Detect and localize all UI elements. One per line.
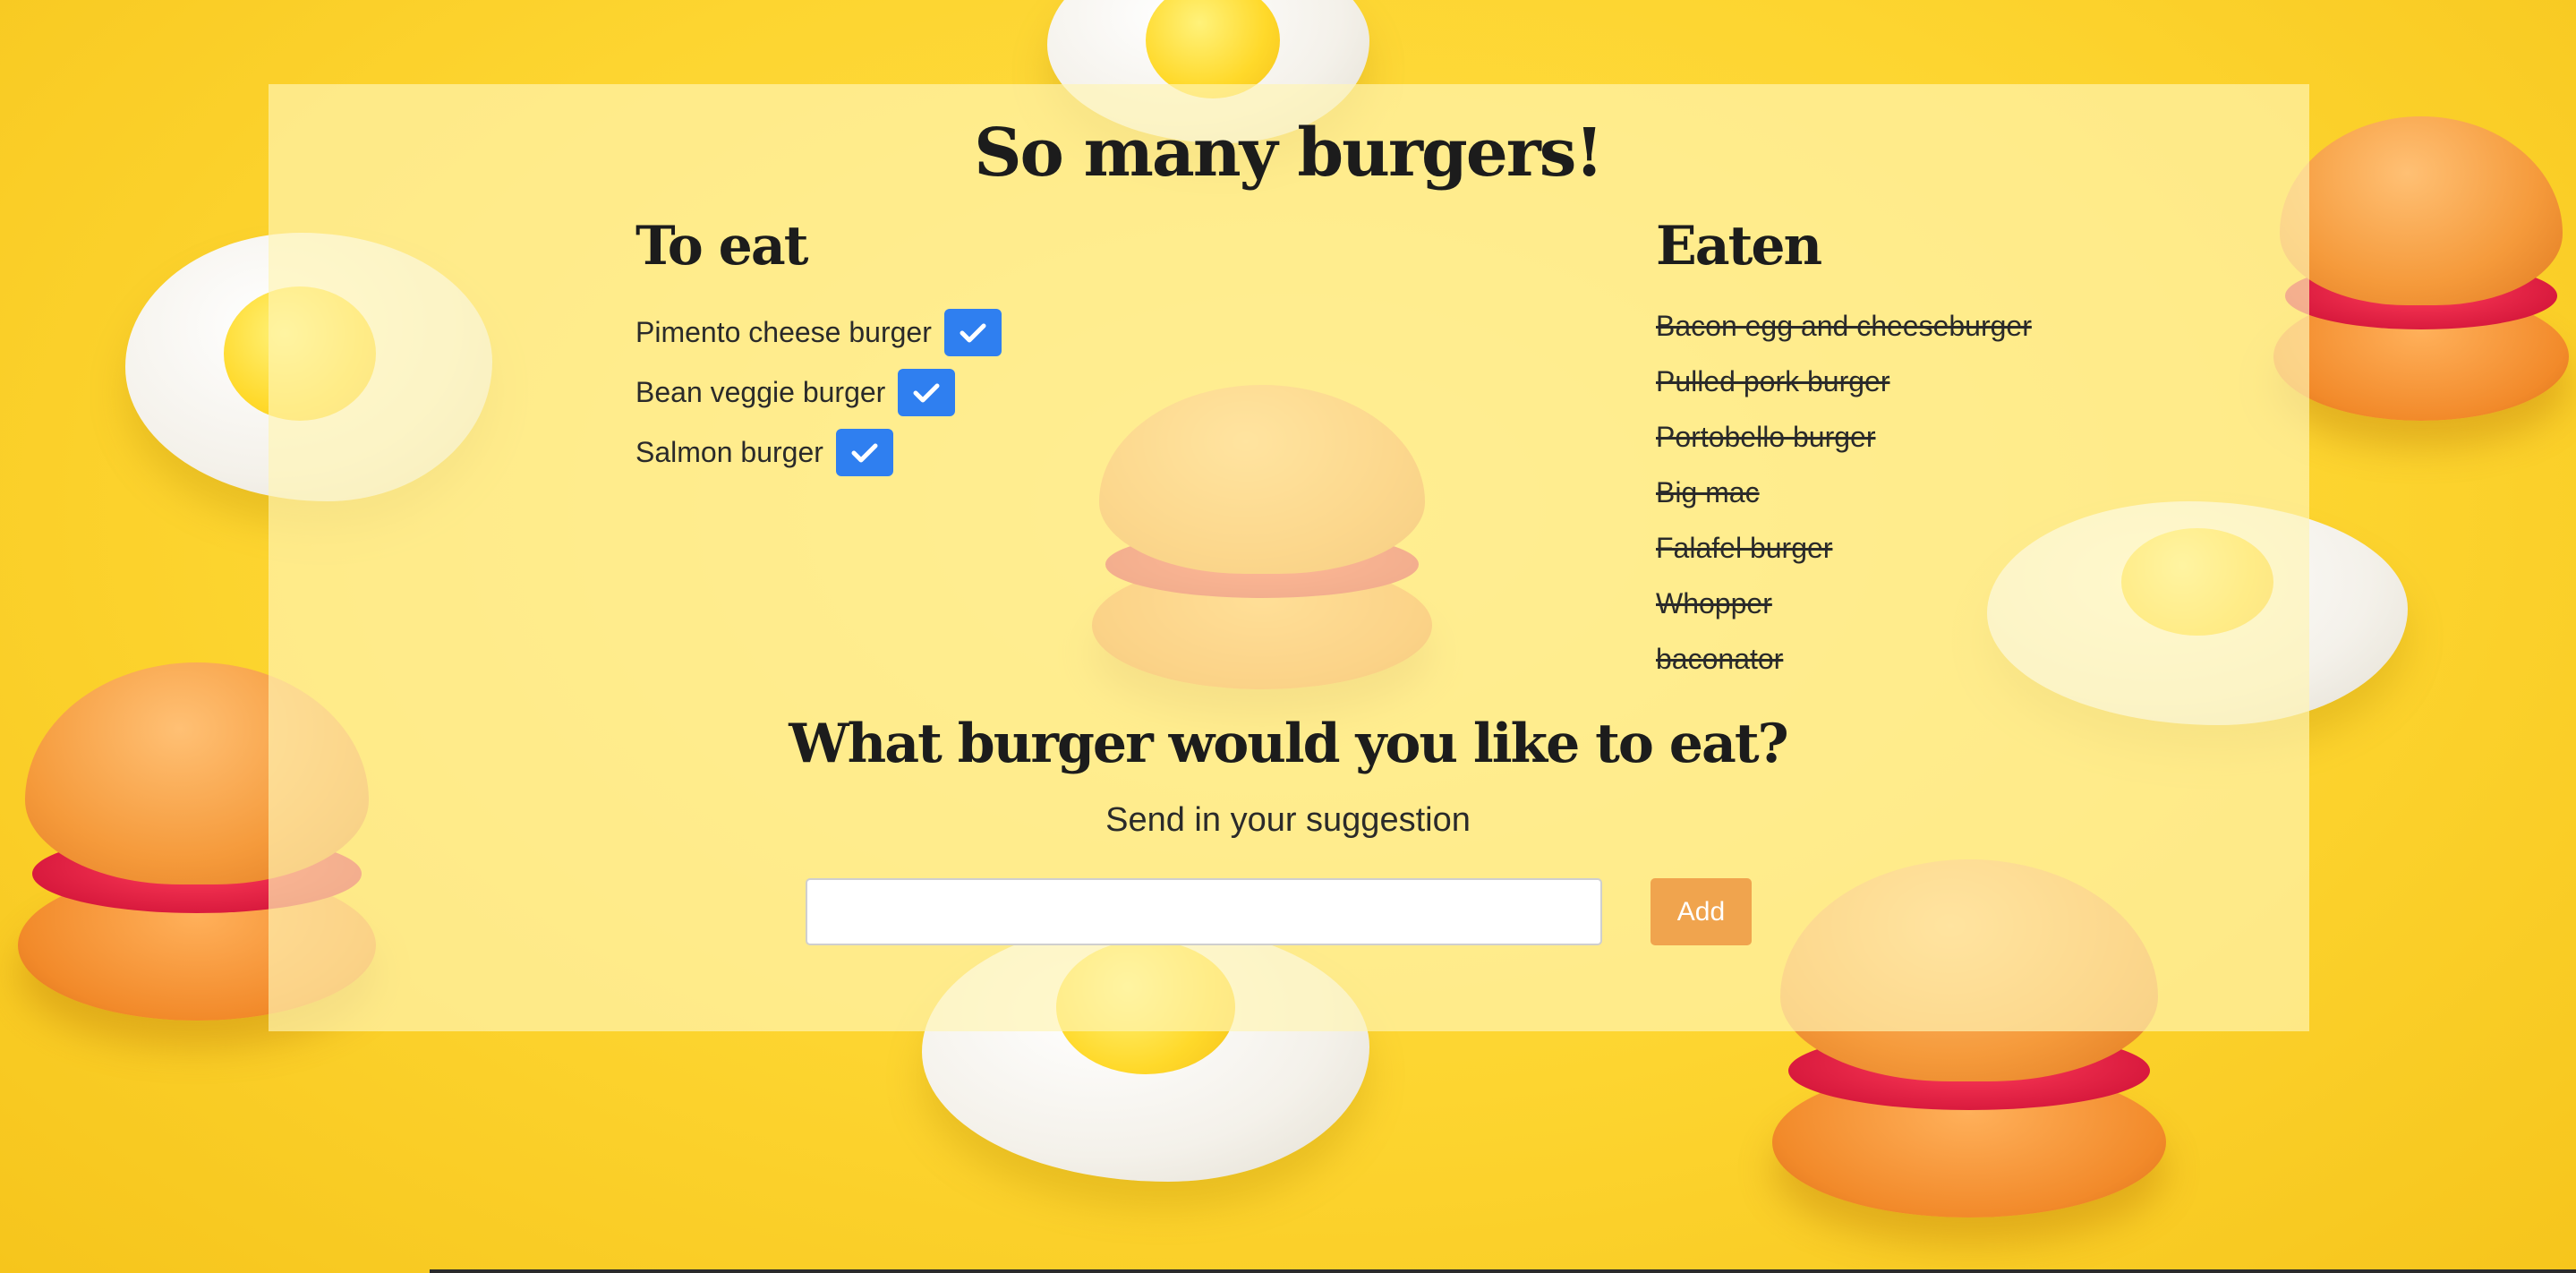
checkmark-icon bbox=[851, 443, 878, 462]
to-eat-list: Pimento cheese burger Bean veggie burger… bbox=[635, 303, 1002, 483]
checkmark-icon bbox=[960, 323, 986, 342]
burger-name: Bean veggie burger bbox=[635, 376, 886, 408]
mark-eaten-button[interactable] bbox=[835, 429, 893, 476]
suggest-subheading: Send in your suggestion bbox=[1105, 801, 1471, 839]
eaten-item: Whopper bbox=[1656, 587, 1772, 619]
eaten-item: Pulled pork burger bbox=[1656, 365, 1890, 397]
to-eat-item: Pimento cheese burger bbox=[635, 303, 1002, 363]
to-eat-item: Bean veggie burger bbox=[635, 363, 1002, 423]
eaten-item: Big mac bbox=[1656, 476, 1760, 508]
checkmark-icon bbox=[913, 383, 940, 402]
to-eat-item: Salmon burger bbox=[635, 423, 1002, 483]
eaten-item: Bacon egg and cheeseburger bbox=[1656, 310, 2032, 342]
to-eat-heading: To eat bbox=[635, 215, 808, 278]
burger-name: Pimento cheese burger bbox=[635, 316, 932, 348]
eaten-item: Falafel burger bbox=[1656, 532, 1833, 564]
burger-name: Salmon burger bbox=[635, 436, 823, 468]
suggest-heading: What burger would you like to eat? bbox=[789, 713, 1788, 775]
mark-eaten-button[interactable] bbox=[898, 369, 956, 416]
page-title: So many burgers! bbox=[974, 115, 1604, 192]
add-button[interactable]: Add bbox=[1651, 878, 1752, 945]
mark-eaten-button[interactable] bbox=[943, 309, 1002, 356]
eaten-heading: Eaten bbox=[1656, 215, 1822, 278]
eaten-item: baconator bbox=[1656, 643, 1784, 675]
eaten-item: Portobello burger bbox=[1656, 421, 1876, 453]
suggestion-input[interactable] bbox=[806, 878, 1602, 945]
bottom-divider bbox=[430, 1269, 2576, 1273]
eaten-list: Bacon egg and cheeseburger Pulled pork b… bbox=[1656, 303, 2032, 691]
